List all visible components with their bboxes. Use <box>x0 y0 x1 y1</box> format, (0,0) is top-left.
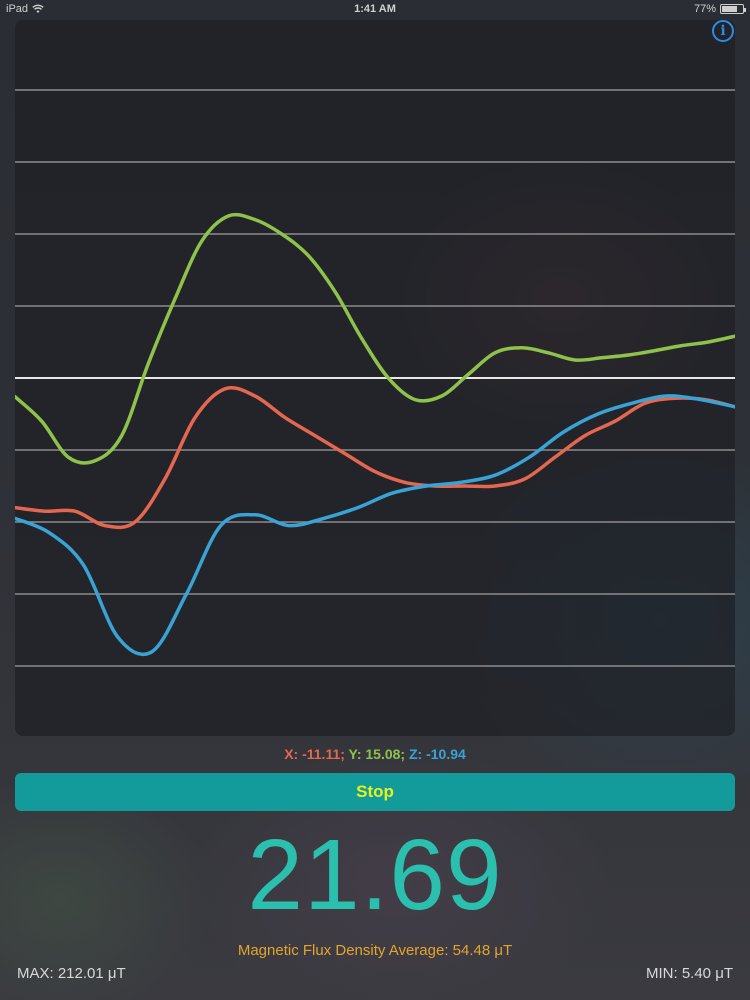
magnitude-value: 21.69 <box>247 819 503 931</box>
max-label: MAX: 212.01 μT <box>17 965 126 982</box>
battery-level <box>722 6 737 12</box>
battery-percent: 77% <box>693 3 716 15</box>
magnetometer-graph <box>15 20 735 736</box>
clock: 1:41 AM <box>354 3 396 15</box>
y-value: Y: 15.08; <box>348 746 406 762</box>
x-value: X: -11.11; <box>284 746 345 762</box>
status-bar: iPad 1:41 AM 77% <box>0 0 750 20</box>
graph-plot <box>15 89 735 667</box>
min-label: MIN: 5.40 μT <box>646 965 733 982</box>
z-value: Z: -10.94 <box>408 746 466 762</box>
status-right: 77% <box>693 3 746 15</box>
y-series-line <box>15 212 735 465</box>
battery-icon <box>720 4 746 14</box>
info-icon: i <box>720 23 726 39</box>
x-series-line <box>15 385 735 530</box>
average-label: Magnetic Flux Density Average: 54.48 μT <box>237 942 513 959</box>
stop-button[interactable]: Stop <box>15 773 735 811</box>
info-button[interactable]: i <box>712 20 734 42</box>
axis-readout: X: -11.11; Y: 15.08; Z: -10.94 <box>0 746 750 762</box>
